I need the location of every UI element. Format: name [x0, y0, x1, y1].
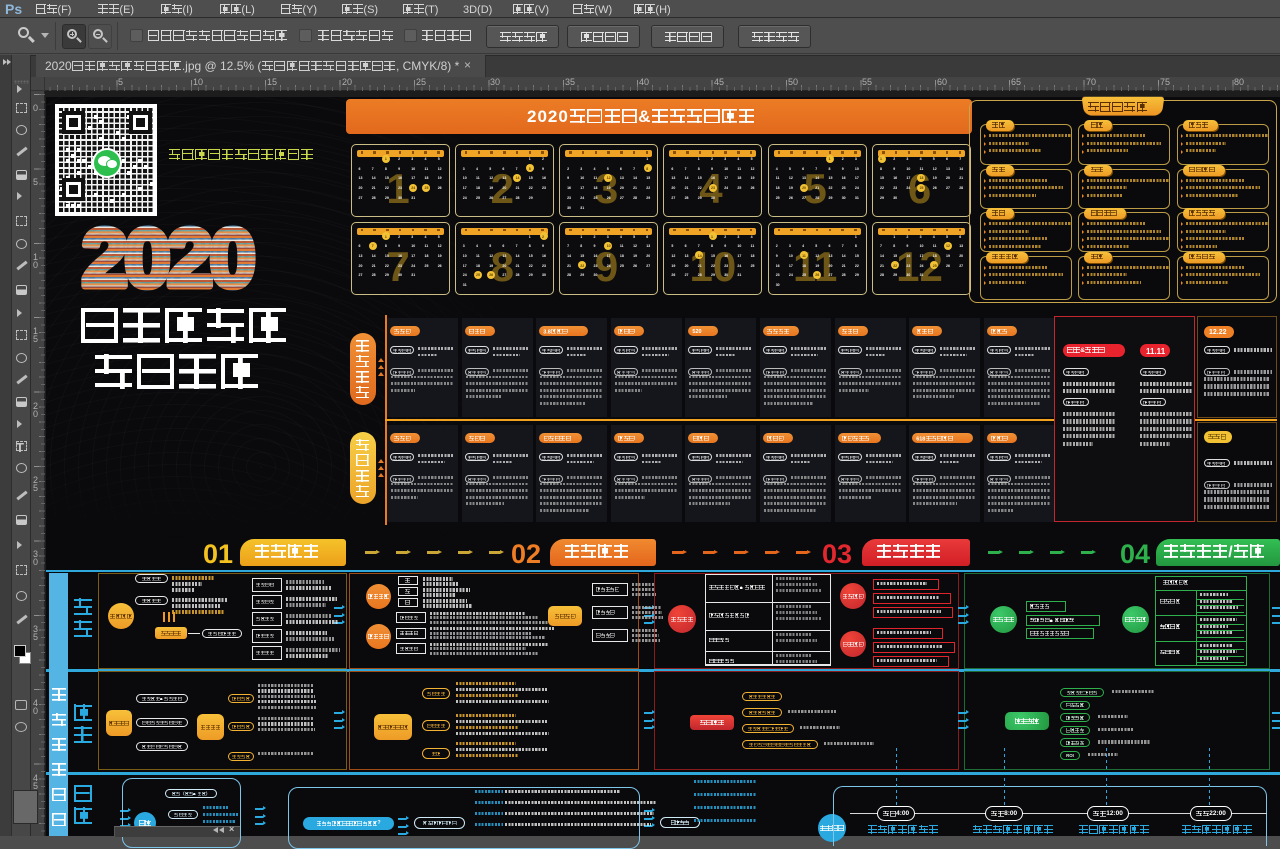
svg-text:2020: 2020: [82, 213, 253, 304]
